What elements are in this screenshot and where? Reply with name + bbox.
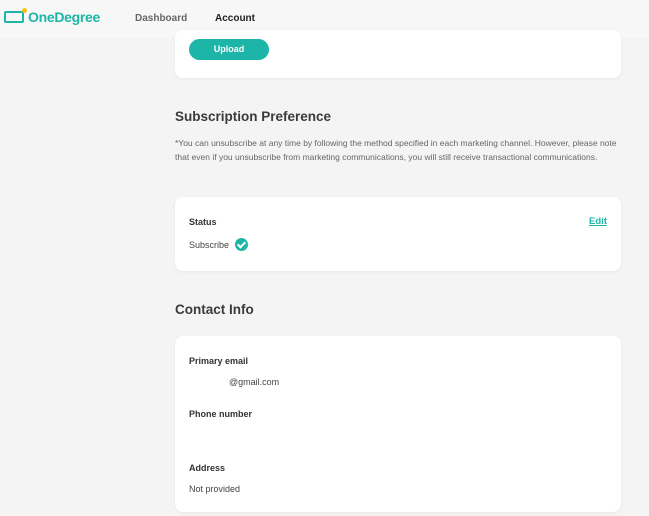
unsubscribe-note: *You can unsubscribe at any time by foll… <box>175 138 617 162</box>
primary-email-label: Primary email <box>189 356 249 366</box>
subscription-status-card: Status Subscribe Edit <box>175 197 621 271</box>
status-row: Subscribe <box>189 238 249 251</box>
nav-account[interactable]: Account <box>215 13 255 24</box>
status-value: Subscribe <box>189 239 230 250</box>
logo-text: OneDegree <box>28 9 100 25</box>
primary-email-value: @gmail.com <box>229 377 280 387</box>
upload-button[interactable]: Upload <box>189 39 269 60</box>
logo-mark-icon <box>4 8 27 23</box>
check-circle-icon <box>235 238 249 251</box>
subscription-preference-title: Subscription Preference <box>175 109 332 124</box>
contact-info-title: Contact Info <box>175 302 254 317</box>
upload-card: Upload <box>175 30 621 78</box>
status-label: Status <box>189 217 217 227</box>
contact-info-card: Primary email @gmail.com Phone number Ad… <box>175 336 621 512</box>
address-value: Not provided <box>189 484 241 494</box>
address-label: Address <box>189 463 226 473</box>
edit-subscription-link[interactable]: Edit <box>589 216 607 227</box>
onedegree-logo[interactable]: OneDegree <box>4 8 100 25</box>
nav-dashboard[interactable]: Dashboard <box>135 13 187 24</box>
phone-number-label: Phone number <box>189 409 253 419</box>
